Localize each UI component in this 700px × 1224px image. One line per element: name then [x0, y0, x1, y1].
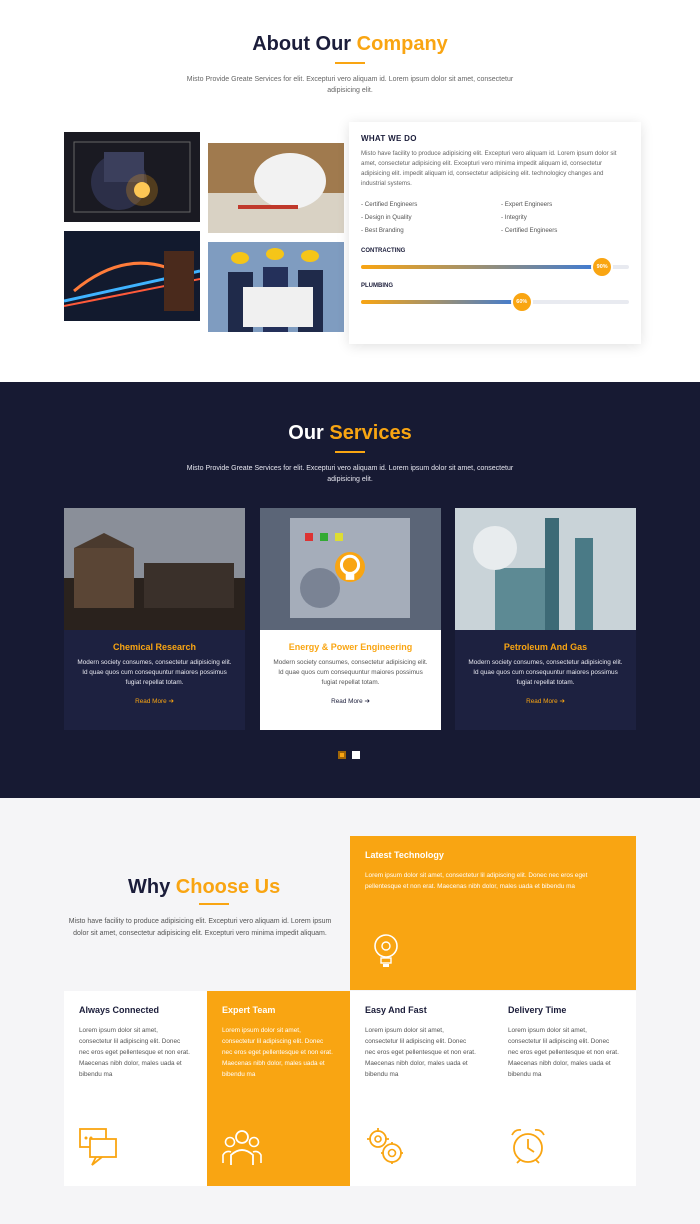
tile-text: Lorem ipsum dolor sit amet, consectetur … — [222, 1027, 333, 1078]
why-section: Why Choose Us Misto have facility to pro… — [0, 798, 700, 1224]
lightbulb-icon — [335, 552, 365, 582]
tile-expert-team: Expert Team Lorem ipsum dolor sit amet, … — [207, 991, 350, 1186]
service-desc: Modern society consumes, consectetur adi… — [468, 659, 623, 686]
about-title-main: About Our — [252, 33, 352, 55]
progress-knob: 90% — [591, 256, 614, 278]
bulb-gear-icon — [368, 930, 404, 970]
tile-text: Lorem ipsum dolor sit amet, consectetur … — [508, 1027, 619, 1078]
read-more-link[interactable]: Read More ➔ — [455, 697, 636, 705]
team-icon — [221, 1125, 263, 1167]
tile-text: Lorem ipsum dolor sit amet, consectetur … — [79, 1027, 190, 1078]
card-heading: WHAT WE DO — [361, 134, 417, 143]
service-card-petroleum[interactable]: Petroleum And Gas Modern society consume… — [455, 508, 636, 730]
feature-item: - Expert Engineers — [501, 201, 553, 208]
alarm-clock-icon — [507, 1125, 549, 1167]
services-title-main: Our — [288, 422, 324, 444]
tile-text: Lorem ipsum dolor sit amet, consectetur … — [365, 872, 588, 890]
services-title-accent: Services — [329, 422, 412, 444]
service-title: Chemical Research — [112, 642, 197, 652]
service-card-chemical[interactable]: Chemical Research Modern society consume… — [64, 508, 245, 730]
welder-photo — [64, 132, 200, 222]
tile-title: Delivery Time — [508, 1005, 567, 1015]
carousel-dot[interactable] — [338, 751, 346, 759]
petroleum-photo — [455, 508, 636, 630]
services-title: Our Services — [0, 422, 700, 445]
feature-item: - Integrity — [501, 214, 527, 221]
tile-delivery-time: Delivery Time Lorem ipsum dolor sit amet… — [493, 991, 636, 1186]
tile-title: Latest Technology — [365, 850, 444, 860]
progress-label-plumbing: PLUMBING — [361, 283, 393, 289]
carousel-dots — [338, 751, 360, 759]
services-section: Our Services Misto Provide Greate Servic… — [0, 382, 700, 798]
progress-label-contracting: CONTRACTING — [361, 248, 406, 254]
service-desc: Modern society consumes, consectetur adi… — [273, 659, 428, 686]
tile-text: Lorem ipsum dolor sit amet, consectetur … — [365, 1027, 476, 1078]
feature-item: - Best Branding — [361, 227, 404, 234]
service-desc: Modern society consumes, consectetur adi… — [77, 659, 232, 686]
why-title-main: Why — [128, 876, 171, 898]
about-subtitle: Misto Provide Greate Services for elit. … — [186, 76, 514, 94]
tile-latest-technology: Latest Technology Lorem ipsum dolor sit … — [350, 836, 636, 990]
services-subtitle: Misto Provide Greate Services for elit. … — [186, 465, 514, 483]
service-title: Petroleum And Gas — [503, 642, 588, 652]
what-we-do-card: WHAT WE DO Misto have facility to produc… — [349, 122, 641, 344]
title-underline — [199, 903, 229, 905]
bridge-photo — [64, 231, 200, 321]
helmet-photo — [208, 143, 344, 233]
chemical-photo — [64, 508, 245, 630]
why-title: Why Choose Us — [128, 876, 280, 905]
tile-always-connected: Always Connected Lorem ipsum dolor sit a… — [64, 991, 207, 1186]
feature-item: - Design in Quality — [361, 214, 412, 221]
about-heading: About Our Company — [0, 33, 700, 64]
feature-item: - Certified Engineers — [501, 227, 558, 234]
tile-title: Expert Team — [222, 1005, 276, 1015]
title-underline — [335, 451, 365, 453]
progress-bar-plumbing: 60% — [361, 291, 629, 313]
title-underline — [335, 62, 365, 64]
about-title-accent: Company — [356, 33, 448, 55]
about-section: About Our Company Misto Provide Greate S… — [0, 0, 700, 382]
progress-bar-contracting: 90% — [361, 256, 629, 278]
service-card-energy[interactable]: Energy & Power Engineering Modern societ… — [260, 508, 441, 730]
why-text: Misto have facility to produce adipisici… — [68, 918, 332, 937]
feature-item: - Certified Engineers — [361, 201, 418, 208]
card-text: Misto have facility to produce adipisici… — [361, 150, 617, 187]
read-more-link[interactable]: Read More ➔ — [260, 697, 441, 705]
feature-list: - Certified Engineers - Expert Engineers… — [361, 201, 629, 234]
tile-easy-and-fast: Easy And Fast Lorem ipsum dolor sit amet… — [350, 991, 493, 1186]
energy-photo — [260, 508, 441, 630]
service-title: Energy & Power Engineering — [288, 642, 413, 652]
gears-icon — [364, 1125, 406, 1167]
read-more-link[interactable]: Read More ➔ — [64, 697, 245, 705]
chat-icon — [78, 1125, 120, 1167]
engineers-photo — [208, 242, 344, 332]
carousel-dot[interactable] — [352, 751, 360, 759]
tile-title: Easy And Fast — [365, 1005, 427, 1015]
why-title-accent: Choose Us — [175, 876, 281, 898]
tile-title: Always Connected — [79, 1005, 160, 1015]
progress-knob: 60% — [510, 291, 533, 313]
